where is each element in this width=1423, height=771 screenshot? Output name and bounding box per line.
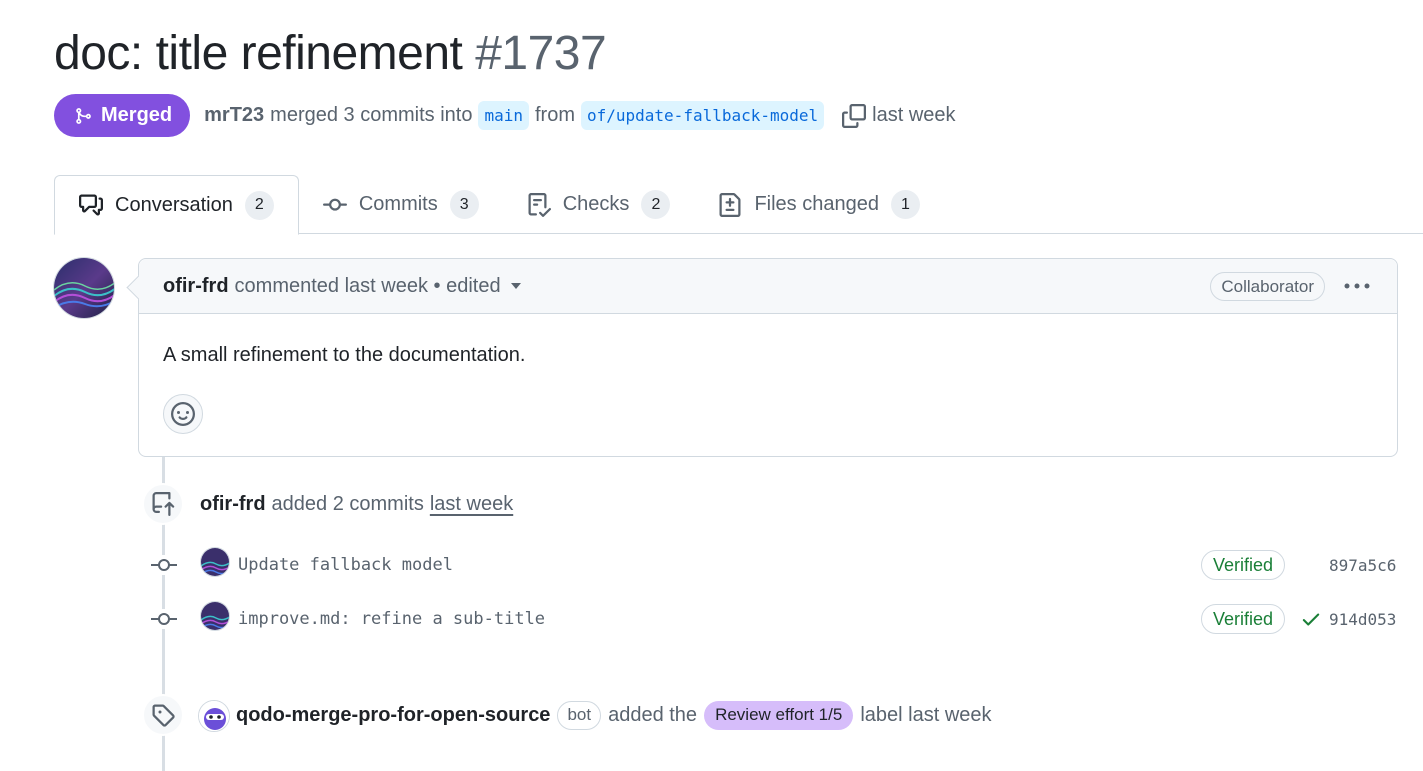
- smiley-icon: [171, 402, 195, 426]
- git-merge-icon: [76, 107, 91, 124]
- base-branch-link[interactable]: main: [478, 101, 529, 130]
- merged-state-badge: Merged: [54, 94, 191, 137]
- add-reaction-button[interactable]: [163, 394, 203, 434]
- push-event-text: ofir-frd added 2 commits last week: [200, 490, 513, 518]
- collaborator-badge: Collaborator: [1210, 272, 1325, 301]
- tab-files-changed-count: 1: [890, 190, 920, 219]
- git-commit-icon: [322, 198, 347, 211]
- push-description: added 2 commits: [271, 492, 424, 515]
- label-event-icon-badge: [142, 694, 184, 736]
- commit-sha-link[interactable]: 914d053: [1329, 610, 1396, 629]
- tab-checks-count: 2: [641, 190, 671, 219]
- head-branch-link[interactable]: of/update-fallback-model: [580, 101, 825, 130]
- edited-dropdown-caret[interactable]: [510, 283, 521, 289]
- merged-label: Merged: [101, 104, 173, 126]
- comment-options-button[interactable]: [1343, 276, 1371, 302]
- tab-commits-count: 3: [449, 190, 479, 219]
- tab-checks[interactable]: Checks 2: [503, 175, 695, 234]
- repo-push-icon: [152, 492, 175, 516]
- tab-files-changed[interactable]: Files changed 1: [694, 175, 944, 234]
- avatar[interactable]: [200, 547, 230, 577]
- tab-conversation-label: Conversation: [115, 193, 233, 216]
- tab-commits-label: Commits: [358, 193, 438, 215]
- verified-badge[interactable]: Verified: [1201, 550, 1286, 580]
- avatar[interactable]: [53, 257, 115, 319]
- kebab-horizontal-icon: [1344, 283, 1370, 289]
- commit-sha-link[interactable]: 897a5c6: [1329, 556, 1396, 575]
- comment-body: A small refinement to the documentation.: [163, 344, 526, 366]
- commit-message-link[interactable]: improve.md: refine a sub-title: [238, 609, 545, 629]
- tab-commits[interactable]: Commits 3: [299, 175, 503, 234]
- verified-badge[interactable]: Verified: [1201, 604, 1286, 634]
- check-icon[interactable]: [1300, 608, 1322, 635]
- review-effort-label[interactable]: Review effort 1/5: [704, 700, 854, 730]
- push-event-icon-badge: [142, 483, 184, 525]
- git-commit-icon: [151, 559, 177, 571]
- comment-meta[interactable]: commented last week • edited: [235, 275, 501, 298]
- comment-card: ofir-frd commented last week • edited Co…: [138, 258, 1398, 457]
- pr-tabs: Conversation 2 Commits 3 Checks 2 Files …: [54, 175, 1423, 235]
- merge-description: merged 3 commits into: [270, 104, 473, 126]
- tab-conversation[interactable]: Conversation 2: [54, 175, 299, 235]
- comment-header: ofir-frd commented last week • edited Co…: [139, 259, 1397, 314]
- label-event-text: qodo-merge-pro-for-open-source bot added…: [236, 700, 992, 730]
- pr-number: #1737: [475, 27, 607, 80]
- from-text: from: [534, 104, 575, 126]
- file-diff-icon: [719, 192, 741, 217]
- avatar[interactable]: [200, 601, 230, 631]
- commit-message-link[interactable]: Update fallback model: [238, 555, 453, 575]
- push-time-link[interactable]: last week: [430, 493, 513, 516]
- merger-link[interactable]: mrT23: [204, 104, 264, 127]
- merge-time: last week: [872, 104, 956, 126]
- commit-dot: [150, 609, 178, 629]
- comment-author-link[interactable]: ofir-frd: [163, 275, 229, 298]
- git-commit-icon: [151, 613, 177, 625]
- comment-discussion-icon: [79, 194, 103, 216]
- tag-icon: [152, 704, 175, 727]
- tab-conversation-count: 2: [244, 190, 274, 220]
- bot-avatar[interactable]: [198, 700, 230, 732]
- commit-dot: [150, 555, 178, 575]
- bot-author-link[interactable]: qodo-merge-pro-for-open-source: [236, 704, 550, 727]
- pr-meta-row: Merged mrT23 merged 3 commits into main …: [54, 94, 956, 137]
- label-time-text: label last week: [860, 703, 992, 726]
- pr-title-text: doc: title refinement: [54, 27, 463, 80]
- copy-branch-button[interactable]: [842, 103, 867, 128]
- push-author-link[interactable]: ofir-frd: [200, 493, 266, 516]
- label-description: added the: [608, 703, 698, 726]
- tab-files-changed-label: Files changed: [754, 193, 879, 215]
- bot-badge: bot: [557, 700, 602, 730]
- copy-icon: [842, 103, 867, 128]
- checklist-icon: [528, 192, 551, 217]
- tab-checks-label: Checks: [562, 193, 630, 215]
- page-title: doc: title refinement #1737: [54, 26, 607, 81]
